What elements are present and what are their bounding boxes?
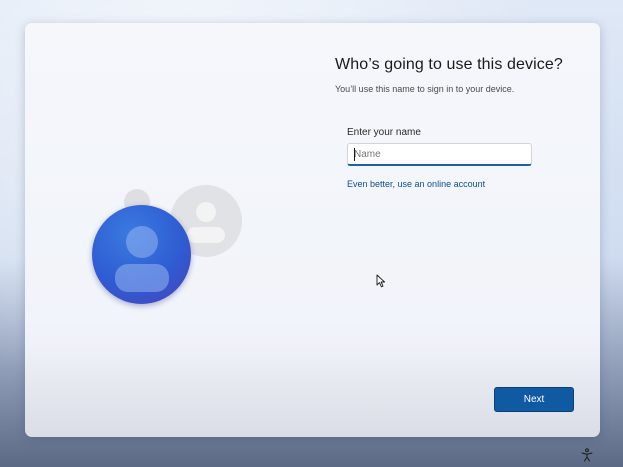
user-avatar-icon <box>92 205 191 304</box>
oobe-setup-card: Who’s going to use this device? You’ll u… <box>25 23 600 437</box>
page-title: Who’s going to use this device? <box>335 56 563 73</box>
text-caret <box>354 148 355 161</box>
page-subtitle: You’ll use this name to sign in to your … <box>335 84 515 94</box>
next-button[interactable]: Next <box>494 387 574 412</box>
avatar-body <box>187 227 225 243</box>
accessibility-icon[interactable] <box>580 448 594 462</box>
name-input[interactable] <box>347 143 532 166</box>
name-field-label: Enter your name <box>347 127 421 138</box>
avatar-head <box>126 226 158 258</box>
avatar-body <box>115 264 169 292</box>
mouse-pointer-icon <box>376 274 386 288</box>
online-account-link[interactable]: Even better, use an online account <box>347 179 485 189</box>
avatar-head <box>196 202 216 222</box>
